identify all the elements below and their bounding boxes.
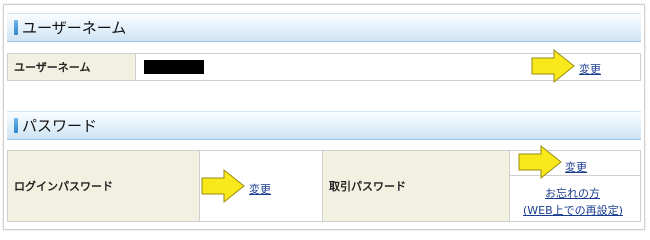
username-change-link[interactable]: 変更	[579, 61, 601, 77]
arrow-pointer-icon	[531, 48, 575, 84]
arrow-pointer-icon	[518, 144, 562, 180]
forgot-password-web-reset-link[interactable]: (WEB上での再設定)	[523, 202, 623, 218]
username-label-cell: ユーザーネーム	[7, 53, 136, 81]
arrow-pointer-icon	[201, 168, 245, 204]
trade-password-change-link[interactable]: 変更	[565, 159, 587, 175]
username-redacted-value	[144, 60, 204, 74]
username-section-title: ユーザーネーム	[22, 19, 127, 37]
forgot-password-link[interactable]: お忘れの方	[545, 185, 600, 201]
password-section-title: パスワード	[22, 117, 98, 135]
login-password-change-link[interactable]: 変更	[249, 181, 271, 197]
trade-password-label-cell: 取引パスワード	[322, 150, 510, 222]
login-password-label: ログインパスワード	[14, 180, 113, 193]
section-marker-icon	[14, 118, 18, 133]
login-password-label-cell: ログインパスワード	[7, 150, 200, 222]
trade-password-label: 取引パスワード	[329, 180, 406, 193]
password-section-header: パスワード	[7, 111, 641, 140]
username-section-header: ユーザーネーム	[7, 13, 641, 42]
section-marker-icon	[14, 20, 18, 35]
username-label: ユーザーネーム	[14, 61, 91, 74]
